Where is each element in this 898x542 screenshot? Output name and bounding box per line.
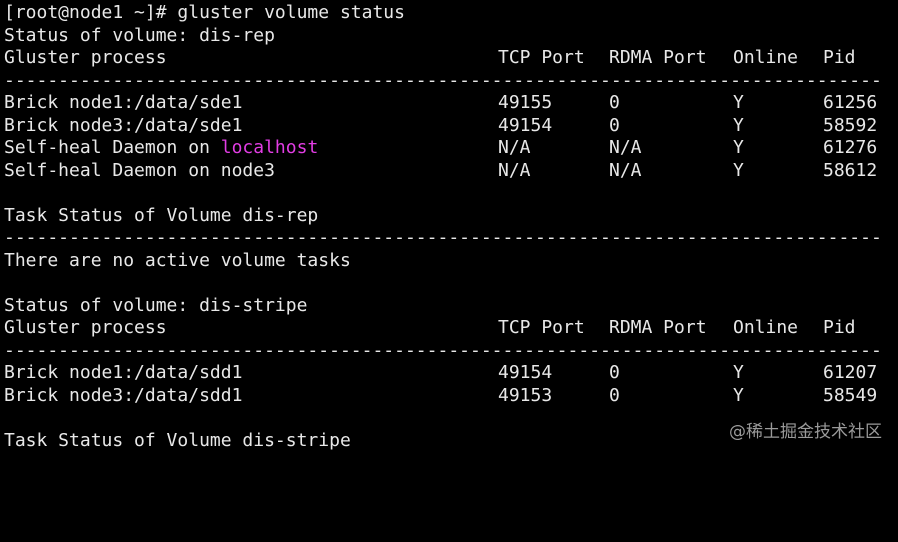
row-tcp-port: 49154 (498, 114, 553, 136)
separator-line: ----------------------------------------… (4, 227, 894, 250)
task-status-title-text: Task Status of Volume dis-stripe (4, 429, 351, 451)
row-rdma-port: N/A (609, 159, 642, 181)
terminal-output[interactable]: [root@node1 ~]# gluster volume status St… (4, 2, 894, 452)
row-pid: 58549 (823, 384, 878, 406)
separator-line: ----------------------------------------… (4, 340, 894, 363)
table-header: Gluster process TCP Port RDMA Port Onlin… (4, 47, 894, 70)
row-tcp-port: N/A (498, 137, 531, 158)
volume-status-title: Status of volume: dis-stripe (4, 295, 894, 318)
header-process: Gluster process (4, 317, 167, 338)
row-process-hostname: localhost (220, 137, 319, 158)
table-header: Gluster process TCP Port RDMA Port Onlin… (4, 317, 894, 340)
table-row: Brick node3:/data/sde1 49154 0 Y 58592 (4, 115, 894, 138)
table-row: Self-heal Daemon on node3 N/A N/A Y 5861… (4, 160, 894, 183)
command-prompt: [root@node1 ~]# gluster volume status (4, 2, 405, 23)
row-online: Y (733, 384, 744, 406)
header-pid: Pid (823, 47, 856, 68)
header-online: Online (733, 47, 799, 68)
volume-status-title-text: Status of volume: dis-rep (4, 24, 275, 46)
row-online: Y (733, 362, 744, 383)
header-tcp-port: TCP Port (498, 47, 585, 68)
row-online: Y (733, 92, 744, 113)
row-process: Brick node1:/data/sde1 (4, 92, 243, 113)
row-pid: 58612 (823, 159, 878, 181)
row-process: Brick node3:/data/sde1 (4, 114, 243, 136)
row-process: Self-heal Daemon on localhost (4, 137, 318, 160)
volume-status-title-text: Status of volume: dis-stripe (4, 294, 308, 316)
task-message-line: There are no active volume tasks (4, 250, 894, 273)
row-online: Y (733, 159, 744, 181)
row-process-prefix: Self-heal Daemon on (4, 137, 221, 158)
row-online: Y (733, 114, 744, 136)
separator-dashes: ----------------------------------------… (4, 339, 879, 361)
header-process: Gluster process (4, 47, 167, 68)
row-process: Brick node1:/data/sdd1 (4, 362, 243, 383)
table-row: Brick node1:/data/sde1 49155 0 Y 61256 (4, 92, 894, 115)
row-rdma-port: 0 (609, 362, 620, 383)
header-online: Online (733, 317, 799, 338)
row-pid: 61207 (823, 362, 878, 383)
watermark-label: @稀土掘金技术社区 (729, 422, 882, 442)
row-rdma-port: 0 (609, 114, 620, 136)
row-process: Brick node3:/data/sdd1 (4, 384, 243, 406)
task-status-title-text: Task Status of Volume dis-rep (4, 204, 319, 226)
row-tcp-port: 49155 (498, 92, 553, 113)
row-pid: 58592 (823, 114, 878, 136)
row-pid: 61256 (823, 92, 878, 113)
separator-dashes: ----------------------------------------… (4, 69, 879, 91)
row-rdma-port: 0 (609, 384, 620, 406)
task-message: There are no active volume tasks (4, 249, 351, 271)
header-tcp-port: TCP Port (498, 317, 585, 338)
row-rdma-port: N/A (609, 137, 642, 158)
table-row: Brick node3:/data/sdd1 49153 0 Y 58549 (4, 385, 894, 408)
table-row: Self-heal Daemon on localhost N/A N/A Y … (4, 137, 894, 160)
row-process: Self-heal Daemon on node3 (4, 159, 275, 181)
row-tcp-port: 49153 (498, 384, 553, 406)
command-prompt-line: [root@node1 ~]# gluster volume status (4, 2, 894, 25)
row-online: Y (733, 137, 744, 158)
row-rdma-port: 0 (609, 92, 620, 113)
row-tcp-port: N/A (498, 159, 531, 181)
row-tcp-port: 49154 (498, 362, 553, 383)
header-rdma-port: RDMA Port (609, 317, 707, 338)
volume-status-title: Status of volume: dis-rep (4, 25, 894, 48)
table-row: Brick node1:/data/sdd1 49154 0 Y 61207 (4, 362, 894, 385)
separator-line: ----------------------------------------… (4, 70, 894, 93)
row-pid: 61276 (823, 137, 878, 158)
header-rdma-port: RDMA Port (609, 47, 707, 68)
separator-dashes: ----------------------------------------… (4, 227, 879, 248)
task-status-title: Task Status of Volume dis-rep (4, 205, 894, 228)
header-pid: Pid (823, 317, 856, 338)
